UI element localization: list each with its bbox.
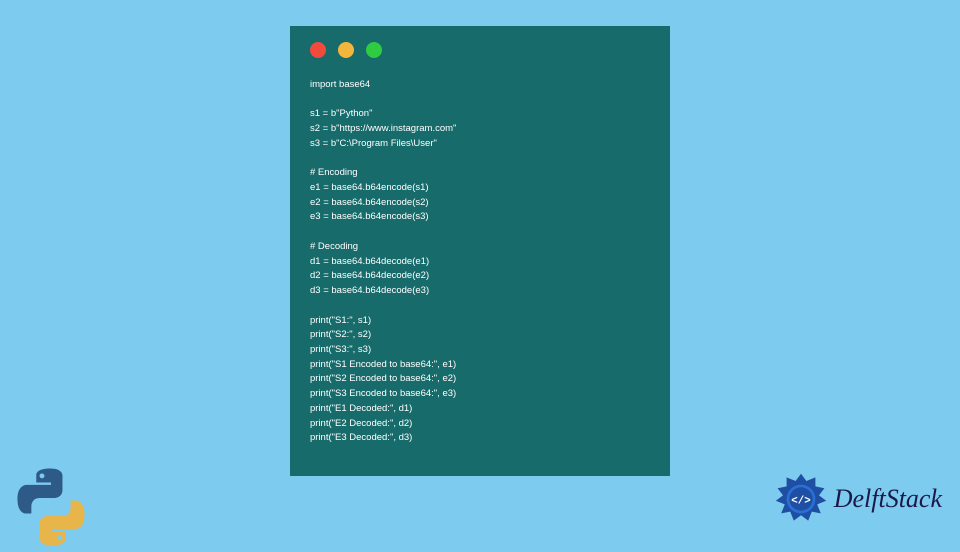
maximize-dot-icon xyxy=(366,42,382,58)
window-controls xyxy=(310,42,650,58)
python-logo-icon xyxy=(6,462,96,552)
delftstack-branding: </> DelftStack xyxy=(774,472,942,526)
svg-text:</>: </> xyxy=(791,496,810,508)
minimize-dot-icon xyxy=(338,42,354,58)
close-dot-icon xyxy=(310,42,326,58)
code-block: import base64 s1 = b"Python" s2 = b"http… xyxy=(310,78,650,446)
delftstack-badge-icon: </> xyxy=(774,472,828,526)
brand-name: DelftStack xyxy=(834,484,942,514)
code-window: import base64 s1 = b"Python" s2 = b"http… xyxy=(290,26,670,476)
